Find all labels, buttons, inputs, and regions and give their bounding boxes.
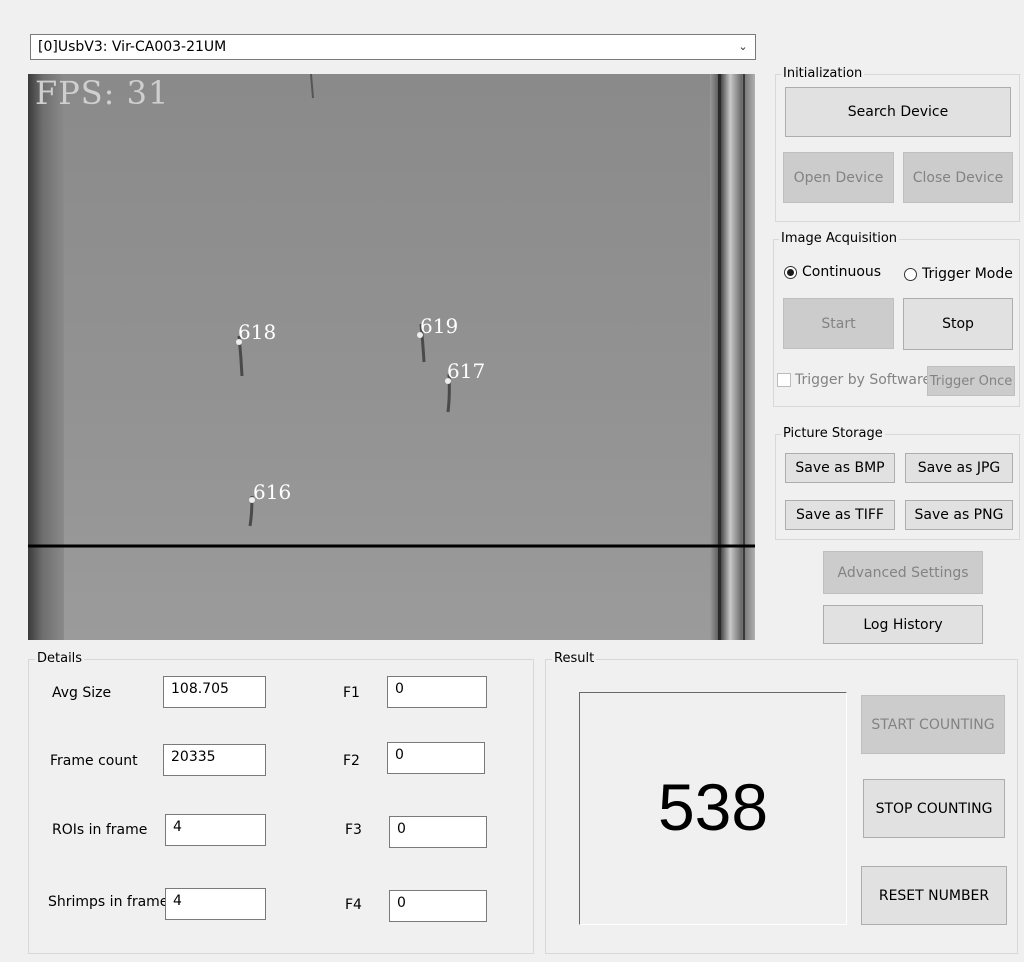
shrimps-in-frame-label: Shrimps in frame — [48, 894, 169, 910]
rois-in-frame-field[interactable]: 4 — [165, 814, 266, 846]
save-jpg-button[interactable]: Save as JPG — [905, 453, 1013, 483]
avg-size-field[interactable]: 108.705 — [163, 676, 266, 708]
save-tiff-button[interactable]: Save as TIFF — [785, 500, 895, 530]
object-label: 619 — [420, 314, 459, 338]
shrimps-in-frame-field[interactable]: 4 — [165, 888, 266, 920]
trigger-mode-radio[interactable]: Trigger Mode — [904, 266, 1013, 282]
trigger-mode-label: Trigger Mode — [922, 266, 1013, 282]
trigger-by-software-checkbox[interactable]: Trigger by Software — [777, 372, 931, 388]
search-device-button[interactable]: Search Device — [785, 87, 1011, 137]
advanced-settings-button[interactable]: Advanced Settings — [823, 551, 983, 594]
f4-label: F4 — [345, 897, 362, 913]
start-counting-button[interactable]: START COUNTING — [861, 695, 1005, 754]
device-select[interactable]: [0]UsbV3: Vir-CA003-21UM ⌄ — [30, 34, 756, 60]
f3-field[interactable]: 0 — [389, 816, 487, 848]
object-label: 616 — [253, 480, 292, 504]
details-title: Details — [35, 651, 85, 666]
stop-button[interactable]: Stop — [903, 298, 1013, 350]
start-button[interactable]: Start — [783, 298, 894, 349]
frame-count-label: Frame count — [50, 753, 138, 769]
log-history-button[interactable]: Log History — [823, 605, 983, 644]
result-count: 538 — [657, 770, 769, 844]
avg-size-label: Avg Size — [52, 685, 112, 701]
initialization-title: Initialization — [781, 66, 865, 81]
result-display: 538 — [579, 692, 847, 925]
f2-field[interactable]: 0 — [387, 742, 485, 774]
camera-view: FPS: 31 618 619 617 616 — [28, 74, 755, 640]
trigger-once-button[interactable]: Trigger Once — [927, 366, 1015, 396]
chevron-down-icon[interactable]: ⌄ — [737, 40, 749, 54]
fps-overlay: FPS: 31 — [35, 74, 170, 112]
checkbox-icon — [777, 373, 791, 387]
rois-in-frame-label: ROIs in frame — [52, 822, 148, 838]
f1-field[interactable]: 0 — [387, 676, 487, 708]
trigger-by-software-label: Trigger by Software — [795, 372, 932, 388]
picture-storage-title: Picture Storage — [781, 426, 885, 441]
camera-frame-image — [28, 74, 755, 640]
f1-label: F1 — [343, 685, 360, 701]
save-bmp-button[interactable]: Save as BMP — [785, 453, 895, 483]
stop-counting-button[interactable]: STOP COUNTING — [863, 779, 1005, 838]
image-acquisition-title: Image Acquisition — [779, 231, 900, 246]
radio-selected-icon — [784, 265, 797, 279]
result-title: Result — [552, 651, 597, 666]
device-select-value: [0]UsbV3: Vir-CA003-21UM — [38, 39, 227, 55]
frame-count-field[interactable]: 20335 — [163, 744, 266, 776]
object-label: 618 — [238, 320, 277, 344]
f4-field[interactable]: 0 — [389, 890, 487, 922]
continuous-label: Continuous — [802, 264, 882, 280]
save-png-button[interactable]: Save as PNG — [905, 500, 1013, 530]
continuous-radio[interactable]: Continuous — [784, 264, 881, 280]
f2-label: F2 — [343, 753, 360, 769]
open-device-button[interactable]: Open Device — [783, 152, 894, 203]
object-label: 617 — [447, 359, 486, 383]
close-device-button[interactable]: Close Device — [903, 152, 1013, 203]
f3-label: F3 — [345, 822, 362, 838]
reset-number-button[interactable]: RESET NUMBER — [861, 866, 1007, 925]
radio-unselected-icon — [904, 267, 917, 281]
